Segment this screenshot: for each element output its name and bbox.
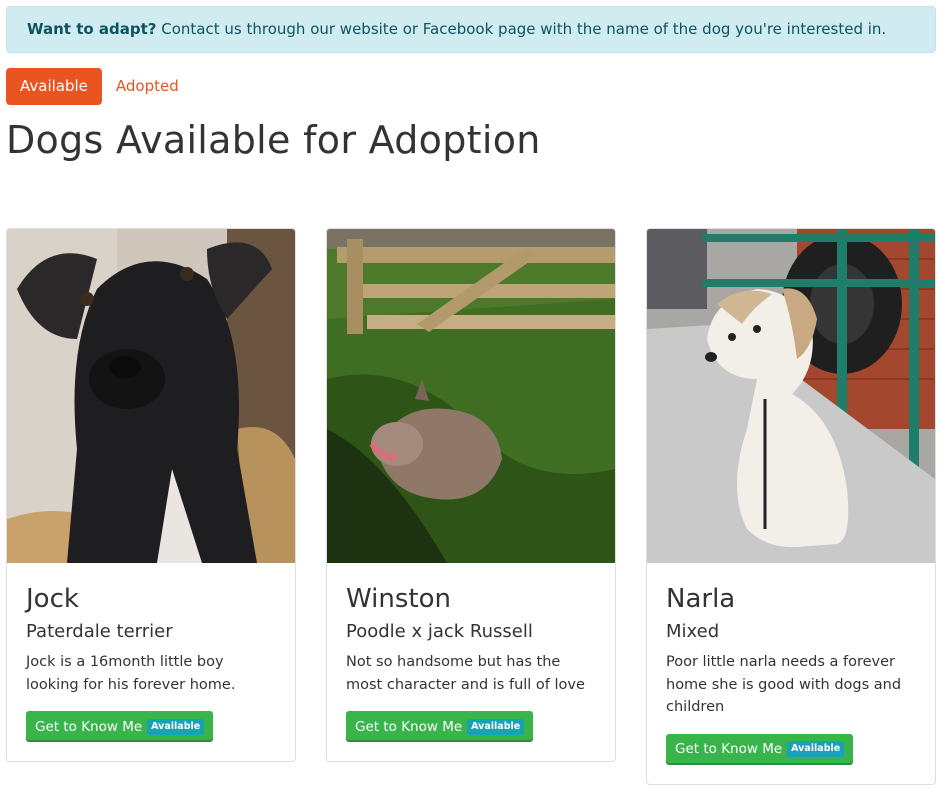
dog-breed: Paterdale terrier xyxy=(26,621,173,642)
button-label: Get to Know Me xyxy=(355,718,463,735)
alert-text: Contact us through our website or Facebo… xyxy=(156,20,887,38)
dog-breed: Poodle x jack Russell xyxy=(346,621,533,642)
get-to-know-narla-button[interactable]: Get to Know Me Available xyxy=(666,733,854,765)
dog-name: Jock xyxy=(26,584,79,614)
dog-description: Not so handsome but has the most charact… xyxy=(346,654,585,693)
dog-photo-winston[interactable] xyxy=(327,229,615,563)
alert-heading: Want to adapt? xyxy=(27,20,157,38)
dog-card-narla: Narla Mixed Poor little narla needs a fo… xyxy=(646,228,936,785)
dog-photo-narla[interactable] xyxy=(647,229,935,563)
tab-adopted[interactable]: Adopted xyxy=(102,68,193,105)
adopt-info-alert: Want to adapt? Contact us through our we… xyxy=(6,6,936,53)
white-dog-on-metal-grate-photo-icon xyxy=(647,229,935,563)
get-to-know-jock-button[interactable]: Get to Know Me Available xyxy=(26,711,214,742)
dog-card-jock: Jock Paterdale terrier Jock is a 16month… xyxy=(6,228,296,762)
get-to-know-winston-button[interactable]: Get to Know Me Available xyxy=(346,711,534,742)
black-terrier-photo-icon xyxy=(7,229,295,563)
scruffy-dog-on-grass-photo-icon xyxy=(327,229,615,563)
status-badge: Available xyxy=(787,741,845,757)
button-label: Get to Know Me xyxy=(35,718,143,735)
tab-available[interactable]: Available xyxy=(6,68,102,105)
page-title: Dogs Available for Adoption xyxy=(6,118,541,162)
dog-description: Jock is a 16month little boy looking for… xyxy=(26,654,236,693)
button-label: Get to Know Me xyxy=(675,741,783,757)
status-badge: Available xyxy=(147,718,205,735)
filter-tabs: Available Adopted xyxy=(6,68,193,105)
dog-name: Narla xyxy=(666,584,736,614)
dog-breed: Mixed xyxy=(666,621,720,642)
status-badge: Available xyxy=(467,718,525,735)
dog-name: Winston xyxy=(346,584,451,614)
dog-photo-jock[interactable] xyxy=(7,229,295,563)
dog-card-winston: Winston Poodle x jack Russell Not so han… xyxy=(326,228,616,762)
dog-description: Poor little narla needs a forever home s… xyxy=(666,654,902,715)
